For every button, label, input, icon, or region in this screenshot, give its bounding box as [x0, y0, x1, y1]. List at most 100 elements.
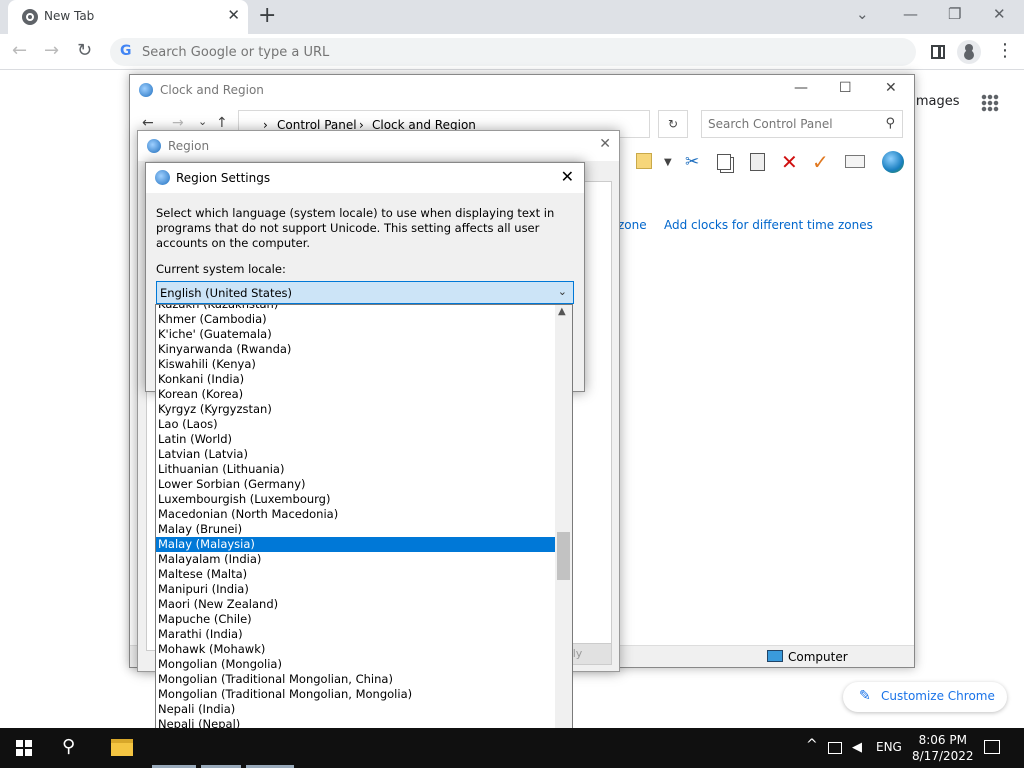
cp-search-input[interactable]: [708, 117, 878, 131]
region-close-button[interactable]: ✕: [599, 136, 611, 152]
clock-button[interactable]: 8:06 PM 8/17/2022: [912, 732, 974, 764]
locale-list-item[interactable]: Mongolian (Traditional Mongolian, Mongol…: [156, 687, 556, 702]
locale-list-item[interactable]: Kinyarwanda (Rwanda): [156, 342, 556, 357]
region-title: Region: [168, 139, 210, 153]
cp-back-button[interactable]: ←: [142, 115, 154, 131]
current-locale-label: Current system locale:: [156, 262, 286, 276]
paste-icon[interactable]: [750, 153, 765, 171]
locale-list-item[interactable]: Malayalam (India): [156, 552, 556, 567]
locale-list-item[interactable]: Korean (Korea): [156, 387, 556, 402]
globe-icon[interactable]: [882, 151, 904, 173]
time-zone-link[interactable]: zone: [618, 218, 647, 232]
locale-list-item[interactable]: K'iche' (Guatemala): [156, 327, 556, 342]
customize-chrome-button[interactable]: ✎ Customize Chrome: [843, 682, 1007, 712]
profile-avatar-icon[interactable]: [957, 40, 981, 64]
copy-icon[interactable]: [717, 154, 731, 170]
locale-list-item[interactable]: Malay (Brunei): [156, 522, 556, 537]
tab-title: New Tab: [44, 9, 95, 23]
locale-dropdown-list[interactable]: Kazakh (Kazakhstan) Khmer (Cambodia) K'ich…: [155, 304, 573, 754]
locale-list-item[interactable]: Latvian (Latvia): [156, 447, 556, 462]
add-clocks-link[interactable]: Add clocks for different time zones: [664, 218, 873, 232]
locale-list-item[interactable]: Lithuanian (Lithuania): [156, 462, 556, 477]
check-icon[interactable]: ✓: [812, 150, 829, 174]
chrome-menu-icon[interactable]: ⋮: [996, 40, 1014, 61]
back-button[interactable]: ←: [12, 40, 27, 61]
locale-list-item[interactable]: Mongolian (Mongolia): [156, 657, 556, 672]
tab-new-tab[interactable]: New Tab ✕: [8, 0, 248, 34]
input-language-indicator[interactable]: ENG: [876, 740, 902, 754]
locale-list-item[interactable]: Khmer (Cambodia): [156, 312, 556, 327]
locale-list-item[interactable]: Lao (Laos): [156, 417, 556, 432]
control-panel-titlebar: Clock and Region — ☐ ✕: [130, 75, 914, 105]
locale-list-item[interactable]: Kyrgyz (Kyrgyzstan): [156, 402, 556, 417]
properties-icon[interactable]: [845, 155, 865, 168]
status-computer-label: Computer: [788, 650, 848, 664]
file-explorer-icon[interactable]: [111, 739, 133, 756]
chevron-down-icon[interactable]: ⌄: [558, 285, 567, 298]
control-panel-title: Clock and Region: [160, 83, 264, 97]
locale-list-item[interactable]: Lower Sorbian (Germany): [156, 477, 556, 492]
folder-icon[interactable]: [636, 153, 652, 169]
chevron-down-icon[interactable]: ▼: [664, 157, 672, 168]
restore-button[interactable]: ❐: [948, 5, 961, 23]
side-panel-icon[interactable]: [931, 45, 945, 59]
locale-list-item[interactable]: Mapuche (Chile): [156, 612, 556, 627]
locale-list-item[interactable]: Latin (World): [156, 432, 556, 447]
locale-list-item[interactable]: Maltese (Malta): [156, 567, 556, 582]
computer-icon: [767, 650, 783, 662]
region-settings-close-button[interactable]: ✕: [561, 167, 574, 186]
list-scrollbar[interactable]: ▲ ▼: [555, 305, 572, 753]
locale-list-item[interactable]: Nepali (India): [156, 702, 556, 717]
taskbar-date: 8/17/2022: [912, 749, 974, 763]
locale-list-item[interactable]: Kiswahili (Kenya): [156, 357, 556, 372]
tray-chevron-icon[interactable]: ^: [806, 737, 818, 753]
tab-close-icon[interactable]: ✕: [227, 6, 240, 24]
locale-list-item[interactable]: Luxembourgish (Luxembourg): [156, 492, 556, 507]
scissors-icon[interactable]: ✂: [685, 152, 699, 172]
close-window-button[interactable]: ✕: [993, 5, 1006, 23]
locale-list-item[interactable]: Kazakh (Kazakhstan): [156, 305, 556, 312]
system-locale-combobox[interactable]: English (United States) ⌄: [156, 281, 574, 304]
chrome-tab-strip: New Tab ✕ + ⌄ — ❐ ✕: [0, 0, 1024, 34]
cp-minimize-button[interactable]: —: [794, 80, 808, 96]
delete-icon[interactable]: ✕: [781, 150, 798, 174]
cp-recent-button[interactable]: ⌄: [198, 115, 207, 128]
scroll-thumb[interactable]: [557, 532, 570, 580]
taskbar-time: 8:06 PM: [918, 733, 967, 747]
cp-up-button[interactable]: ↑: [216, 115, 228, 131]
locale-list-item[interactable]: Malay (Malaysia): [156, 537, 556, 552]
tab-search-icon[interactable]: ⌄: [856, 5, 869, 23]
cp-maximize-button[interactable]: ☐: [839, 80, 852, 96]
region-titlebar: Region ✕: [138, 131, 619, 161]
locale-list-item[interactable]: Maori (New Zealand): [156, 597, 556, 612]
notification-icon[interactable]: [984, 740, 1000, 754]
google-apps-icon[interactable]: [981, 94, 999, 112]
region-settings-title: Region Settings: [176, 171, 271, 185]
windows-start-icon[interactable]: [16, 740, 32, 756]
volume-icon[interactable]: ◀: [852, 740, 862, 755]
cp-close-button[interactable]: ✕: [885, 80, 897, 96]
cp-search-box[interactable]: ⚲: [701, 110, 903, 138]
network-icon[interactable]: [828, 742, 842, 754]
minimize-button[interactable]: —: [903, 5, 918, 23]
locale-list-item[interactable]: Manipuri (India): [156, 582, 556, 597]
cp-refresh-button[interactable]: ↻: [658, 110, 688, 138]
cp-forward-button[interactable]: →: [172, 115, 184, 131]
locale-list-item[interactable]: Macedonian (North Macedonia): [156, 507, 556, 522]
region-settings-icon: [155, 170, 170, 185]
omnibox-input[interactable]: [142, 42, 842, 62]
new-tab-button[interactable]: +: [258, 3, 276, 28]
locale-list-item[interactable]: Marathi (India): [156, 627, 556, 642]
forward-button[interactable]: →: [44, 40, 59, 61]
chrome-icon: [22, 9, 38, 25]
omnibox[interactable]: G: [110, 38, 916, 66]
taskbar-search-icon[interactable]: ⚲: [62, 736, 75, 757]
locale-list-item[interactable]: Mohawk (Mohawk): [156, 642, 556, 657]
scroll-up-icon[interactable]: ▲: [558, 306, 566, 317]
locale-list-item[interactable]: Mongolian (Traditional Mongolian, China): [156, 672, 556, 687]
locale-list-item[interactable]: Konkani (India): [156, 372, 556, 387]
reload-button[interactable]: ↻: [77, 40, 92, 61]
images-link[interactable]: Images: [912, 94, 960, 109]
taskbar: ⚲ ^ ◀ ENG 8:06 PM 8/17/2022: [0, 728, 1024, 768]
locale-description: Select which language (system locale) to…: [156, 206, 555, 250]
